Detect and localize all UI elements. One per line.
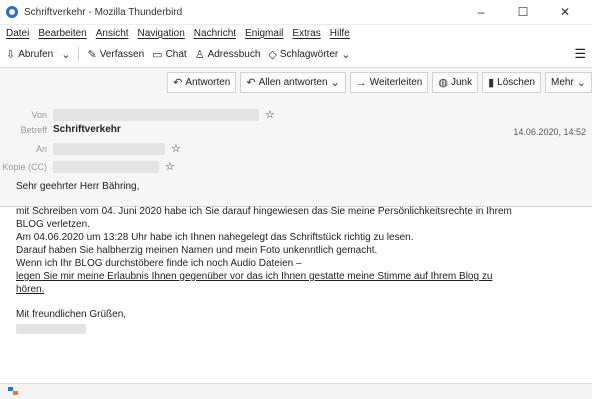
reply-icon: ↶ [173,77,183,89]
menu-ansicht[interactable]: Ansicht [96,28,129,39]
to-row: An ☆ [0,142,181,155]
greeting: Sehr geehrter Herr Bähring, [16,181,140,192]
menu-datei[interactable]: Datei [6,28,29,39]
abrufen-dropdown-icon[interactable]: ⌄ [61,48,70,61]
maximize-button[interactable]: ☐ [502,5,544,19]
allen-antworten-label: Allen antworten [258,77,328,88]
body-line: mit Schreiben vom 04. Juni 2020 habe ich… [16,206,512,217]
window-title: Schriftverkehr - Mozilla Thunderbird [24,6,183,18]
an-label: An [35,143,47,154]
junk-icon: ◍ [438,77,448,89]
loeschen-button[interactable]: ▮ Löschen [482,72,541,93]
main-toolbar: ⇩ Abrufen ⌄ ✎ Verfassen ▭ Chat ♙ Adressb… [0,41,592,68]
menu-icon[interactable]: ☰ [574,46,586,62]
abrufen-button[interactable]: ⇩ Abrufen [6,48,53,61]
thunderbird-icon [6,6,18,18]
body-line: legen Sie mir meine Erlaubnis Ihnen gege… [16,271,493,282]
chat-label: Chat [165,48,187,60]
tag-icon: ◇ [268,48,277,61]
kopie-label: Kopie (CC) [2,161,47,172]
menu-enigmail[interactable]: Enigmail [245,28,283,39]
chat-icon: ▭ [152,48,163,61]
body-line: BLOG verletzen. [16,219,90,230]
toolbar-separator [78,47,80,61]
from-row: Von ☆ [0,108,275,121]
betreff-label: Betreff [20,124,47,135]
schlagwoerter-label: Schlagwörter [279,48,339,60]
chevron-down-icon: ⌄ [330,77,340,89]
download-icon: ⇩ [6,48,16,61]
antworten-label: Antworten [185,77,231,88]
chat-button[interactable]: ▭ Chat [152,48,187,61]
von-label: Von [31,109,47,120]
menu-bar: Datei Bearbeiten Ansicht Navigation Nach… [0,25,592,41]
activity-icon[interactable] [8,387,19,395]
close-button[interactable]: ✕ [544,5,586,19]
mehr-label: Mehr [550,77,574,88]
closing: Mit freundlichen Grüßen, [16,309,127,320]
pencil-icon: ✎ [87,48,97,61]
weiterleiten-label: Weiterleiten [369,77,423,88]
weiterleiten-button[interactable]: → Weiterleiten [349,72,429,93]
antworten-button[interactable]: ↶ Antworten [167,72,237,93]
subject-row: Betreff Schriftverkehr [0,124,121,135]
status-bar [0,383,592,399]
verfassen-label: Verfassen [99,48,145,60]
loeschen-label: Löschen [497,77,535,88]
menu-navigation[interactable]: Navigation [138,28,185,39]
body-line: Am 04.06.2020 um 13:28 Uhr habe ich Ihne… [16,232,414,243]
address-book-icon: ♙ [194,48,205,61]
chevron-down-icon: ⌄ [576,77,586,89]
body-line: Wenn ich Ihr BLOG durchstöbere finde ich… [16,258,302,269]
schlagwoerter-button[interactable]: ◇ Schlagwörter ⌄ [268,48,350,61]
forward-icon: → [355,76,367,89]
verfassen-button[interactable]: ✎ Verfassen [87,48,144,61]
junk-label: Junk [450,77,473,88]
message-actions: ↶ Antworten ↶ Allen antworten ⌄ → Weiter… [167,72,592,93]
star-icon[interactable]: ☆ [165,160,175,173]
subject: Schriftverkehr [53,124,121,135]
menu-bearbeiten[interactable]: Bearbeiten [38,28,86,39]
cc-row: Kopie (CC) ☆ [0,160,175,173]
minimize-button[interactable]: – [460,5,502,19]
title-bar: Schriftverkehr - Mozilla Thunderbird – ☐… [0,0,592,25]
body-line: Darauf haben Sie halbherzig meinen Namen… [16,245,378,256]
message-body: Sehr geehrter Herr Bähring, mit Schreibe… [16,180,586,334]
chevron-down-icon: ⌄ [341,48,351,61]
body-line: hören. [16,284,45,295]
redacted-sender [53,108,259,121]
star-icon[interactable]: ☆ [265,108,275,121]
redacted-cc [53,160,159,173]
adressbuch-button[interactable]: ♙ Adressbuch [195,48,261,61]
adressbuch-label: Adressbuch [207,48,261,60]
abrufen-label: Abrufen [18,48,54,60]
menu-nachricht[interactable]: Nachricht [194,28,236,39]
menu-extras[interactable]: Extras [292,28,320,39]
reply-all-icon: ↶ [246,77,256,89]
allen-antworten-button[interactable]: ↶ Allen antworten ⌄ [240,72,346,93]
window-controls: – ☐ ✕ [460,5,586,19]
redacted-signature [16,324,86,334]
mehr-button[interactable]: Mehr ⌄ [544,72,592,93]
menu-hilfe[interactable]: Hilfe [330,28,350,39]
redacted-recipient [53,142,165,155]
trash-icon: ▮ [488,77,495,89]
star-icon[interactable]: ☆ [171,142,181,155]
junk-button[interactable]: ◍ Junk [432,72,479,93]
message-date: 14.06.2020, 14:52 [513,127,586,137]
